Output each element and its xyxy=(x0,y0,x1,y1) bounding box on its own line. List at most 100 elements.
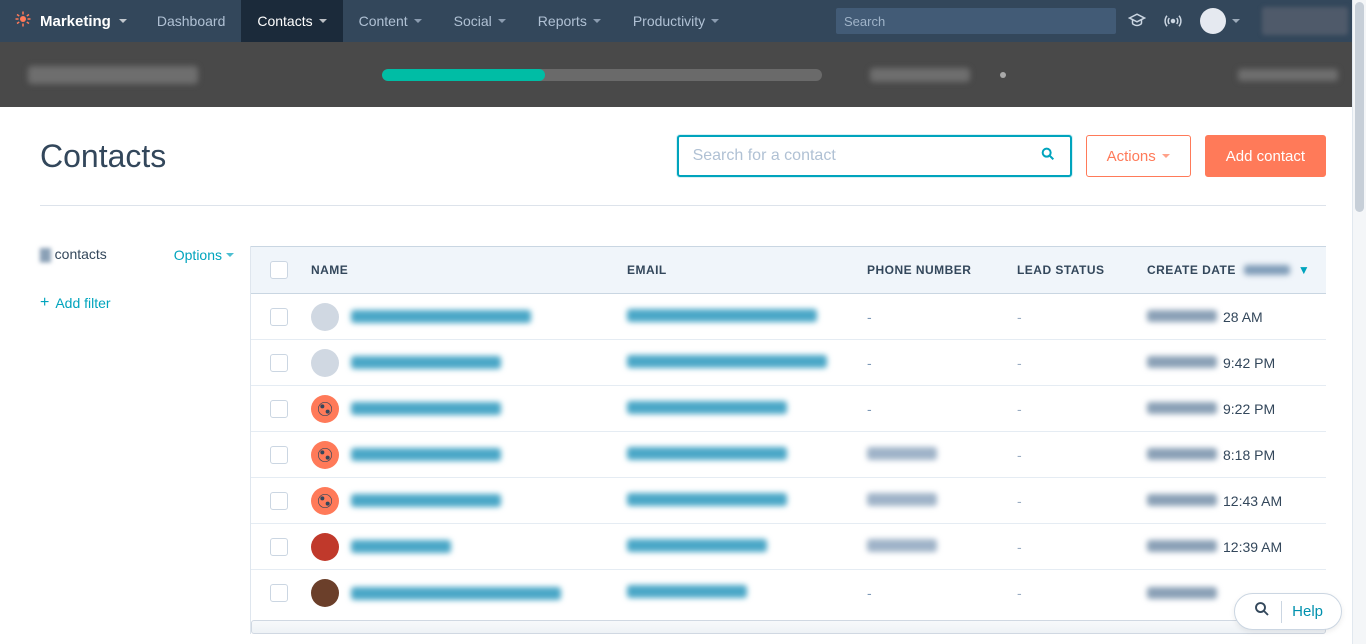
help-widget[interactable]: Help xyxy=(1234,593,1342,630)
chevron-down-icon xyxy=(593,19,601,23)
setup-progress-bar xyxy=(0,42,1366,107)
phone-redacted xyxy=(867,447,937,460)
chevron-down-icon xyxy=(1162,154,1170,158)
nav-item-reports[interactable]: Reports xyxy=(522,0,617,42)
contact-name-redacted[interactable] xyxy=(351,448,501,461)
add-contact-button[interactable]: Add contact xyxy=(1205,135,1326,177)
col-lead-header[interactable]: LEAD STATUS xyxy=(1017,263,1147,277)
actions-button[interactable]: Actions xyxy=(1086,135,1191,177)
create-date-redacted xyxy=(1147,448,1217,460)
create-date-time: 9:22 PM xyxy=(1223,401,1275,417)
table-row[interactable]: -- xyxy=(251,570,1326,616)
broadcast-icon[interactable] xyxy=(1164,12,1182,30)
contact-email-redacted[interactable] xyxy=(627,309,817,322)
contact-name-redacted[interactable] xyxy=(351,402,501,415)
create-date-time: 8:18 PM xyxy=(1223,447,1275,463)
row-checkbox[interactable] xyxy=(270,400,288,418)
contact-email-redacted[interactable] xyxy=(627,493,787,506)
col-date-redacted xyxy=(1244,265,1290,275)
global-search-input[interactable] xyxy=(844,14,1108,29)
actions-label: Actions xyxy=(1107,148,1156,165)
create-date-time: 28 AM xyxy=(1223,309,1263,325)
contact-email-redacted[interactable] xyxy=(627,401,787,414)
phone-redacted xyxy=(867,539,937,552)
select-all-checkbox[interactable] xyxy=(270,261,288,279)
phone-cell xyxy=(867,493,1017,509)
contact-email-redacted[interactable] xyxy=(627,355,827,368)
nav-item-contacts[interactable]: Contacts xyxy=(241,0,342,42)
nav-item-productivity[interactable]: Productivity xyxy=(617,0,735,42)
divider xyxy=(1281,601,1282,623)
contact-name-redacted[interactable] xyxy=(351,494,501,507)
nav-item-social[interactable]: Social xyxy=(438,0,522,42)
horizontal-scrollbar[interactable] xyxy=(251,620,1326,634)
table-row[interactable]: -8:18 PM xyxy=(251,432,1326,478)
chevron-down-icon xyxy=(414,19,422,23)
nav-item-content[interactable]: Content xyxy=(343,0,438,42)
row-checkbox[interactable] xyxy=(270,308,288,326)
table-row[interactable]: -12:39 AM xyxy=(251,524,1326,570)
page-header: Contacts Actions Add contact xyxy=(40,135,1326,206)
nav-item-label: Reports xyxy=(538,13,587,29)
lead-status-cell: - xyxy=(1017,493,1147,509)
search-icon[interactable] xyxy=(1040,146,1056,167)
phone-cell: - xyxy=(867,309,1017,325)
setup-progress-right-redacted xyxy=(1238,69,1338,81)
contact-name-redacted[interactable] xyxy=(351,356,501,369)
avatar xyxy=(311,487,339,515)
global-search[interactable] xyxy=(836,8,1116,34)
filter-sidebar: ▇ contacts Options + Add filter xyxy=(40,246,250,634)
row-checkbox[interactable] xyxy=(270,354,288,372)
col-phone-header[interactable]: PHONE NUMBER xyxy=(867,263,1017,277)
table-row[interactable]: -12:43 AM xyxy=(251,478,1326,524)
vertical-scrollbar[interactable] xyxy=(1352,0,1366,644)
avatar-icon xyxy=(1200,8,1226,34)
avatar xyxy=(311,533,339,561)
col-email-header[interactable]: EMAIL xyxy=(627,263,867,277)
plus-icon: + xyxy=(40,295,49,311)
col-name-header[interactable]: NAME xyxy=(307,263,627,277)
create-date-redacted xyxy=(1147,356,1217,368)
contact-email-redacted[interactable] xyxy=(627,539,767,552)
lead-status-cell: - xyxy=(1017,309,1147,325)
setup-progress-track xyxy=(382,69,822,81)
create-date-redacted xyxy=(1147,587,1217,599)
contact-name-redacted[interactable] xyxy=(351,540,451,553)
chevron-down-icon xyxy=(498,19,506,23)
create-date-time: 12:39 AM xyxy=(1223,539,1282,555)
row-checkbox[interactable] xyxy=(270,538,288,556)
row-checkbox[interactable] xyxy=(270,584,288,602)
row-checkbox[interactable] xyxy=(270,492,288,510)
nav-item-label: Content xyxy=(359,13,408,29)
contact-email-redacted[interactable] xyxy=(627,447,787,460)
nav-item-dashboard[interactable]: Dashboard xyxy=(141,0,242,42)
lead-status-cell: - xyxy=(1017,401,1147,417)
contact-count-redacted: ▇ xyxy=(40,246,51,262)
chevron-down-icon xyxy=(119,19,127,23)
scrollbar-thumb[interactable] xyxy=(1355,2,1364,212)
options-menu[interactable]: Options xyxy=(174,247,234,263)
account-menu[interactable] xyxy=(1200,8,1240,34)
contact-search-input[interactable] xyxy=(693,147,1040,165)
create-date-redacted xyxy=(1147,402,1217,414)
row-checkbox[interactable] xyxy=(270,446,288,464)
chevron-down-icon xyxy=(711,19,719,23)
contact-name-redacted[interactable] xyxy=(351,587,561,600)
add-filter-label: Add filter xyxy=(55,295,110,311)
nav-brand[interactable]: Marketing xyxy=(0,10,141,32)
add-filter-button[interactable]: + Add filter xyxy=(40,295,234,311)
setup-progress-label-redacted xyxy=(28,66,198,84)
search-icon xyxy=(1253,600,1271,623)
contact-search[interactable] xyxy=(677,135,1072,177)
show-steps-redacted[interactable] xyxy=(870,68,970,82)
table-row[interactable]: --9:42 PM xyxy=(251,340,1326,386)
col-date-header[interactable]: CREATE DATE ▼ xyxy=(1147,263,1326,277)
table-row[interactable]: --9:22 PM xyxy=(251,386,1326,432)
phone-cell: - xyxy=(867,585,1017,601)
contact-name-redacted[interactable] xyxy=(351,310,531,323)
chevron-down-icon xyxy=(226,253,234,257)
nav-brand-label: Marketing xyxy=(40,13,111,30)
contact-email-redacted[interactable] xyxy=(627,585,747,598)
table-row[interactable]: -- 28 AM xyxy=(251,294,1326,340)
academy-icon[interactable] xyxy=(1128,12,1146,30)
